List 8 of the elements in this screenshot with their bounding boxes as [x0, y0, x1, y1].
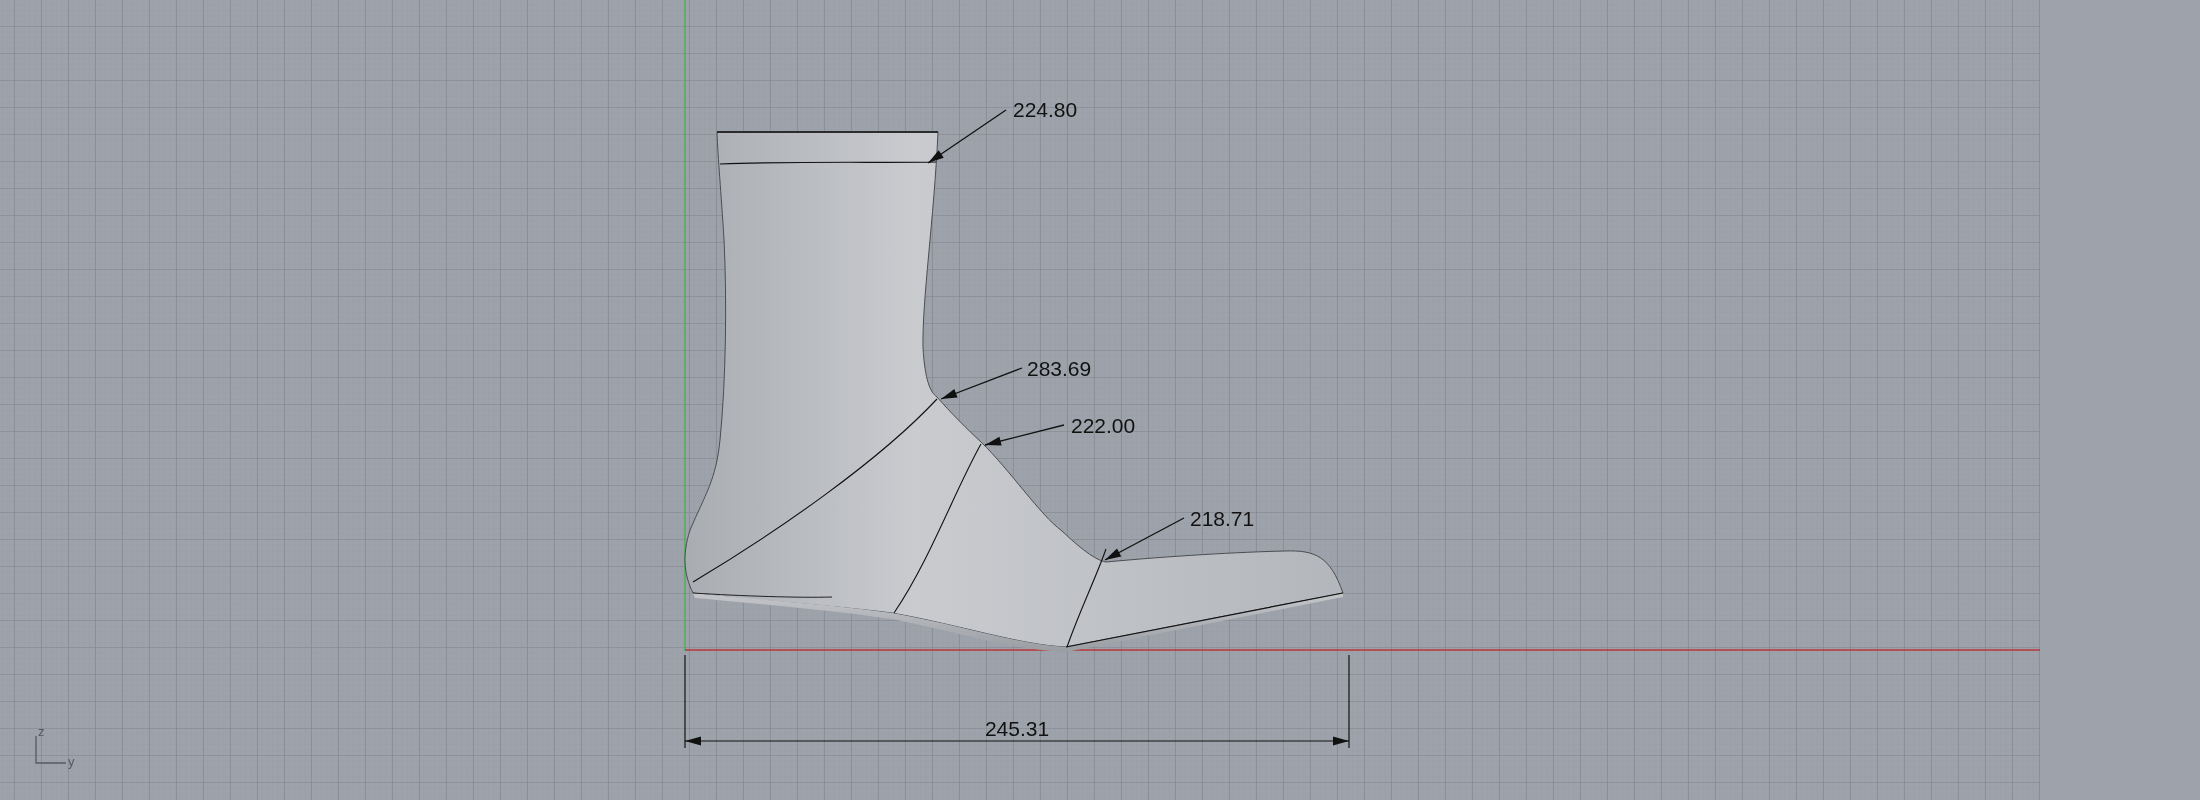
- dimension-label: 224.80: [1013, 98, 1078, 121]
- axis-label: y: [68, 754, 75, 769]
- axis-icon: [35, 735, 67, 764]
- dimension-label: 283.69: [1027, 357, 1092, 380]
- dimension-label: 222.00: [1071, 414, 1136, 437]
- dimension-label: 218.71: [1190, 507, 1255, 530]
- axis-label: z: [38, 724, 45, 739]
- dimension-label: 245.31: [984, 717, 1050, 740]
